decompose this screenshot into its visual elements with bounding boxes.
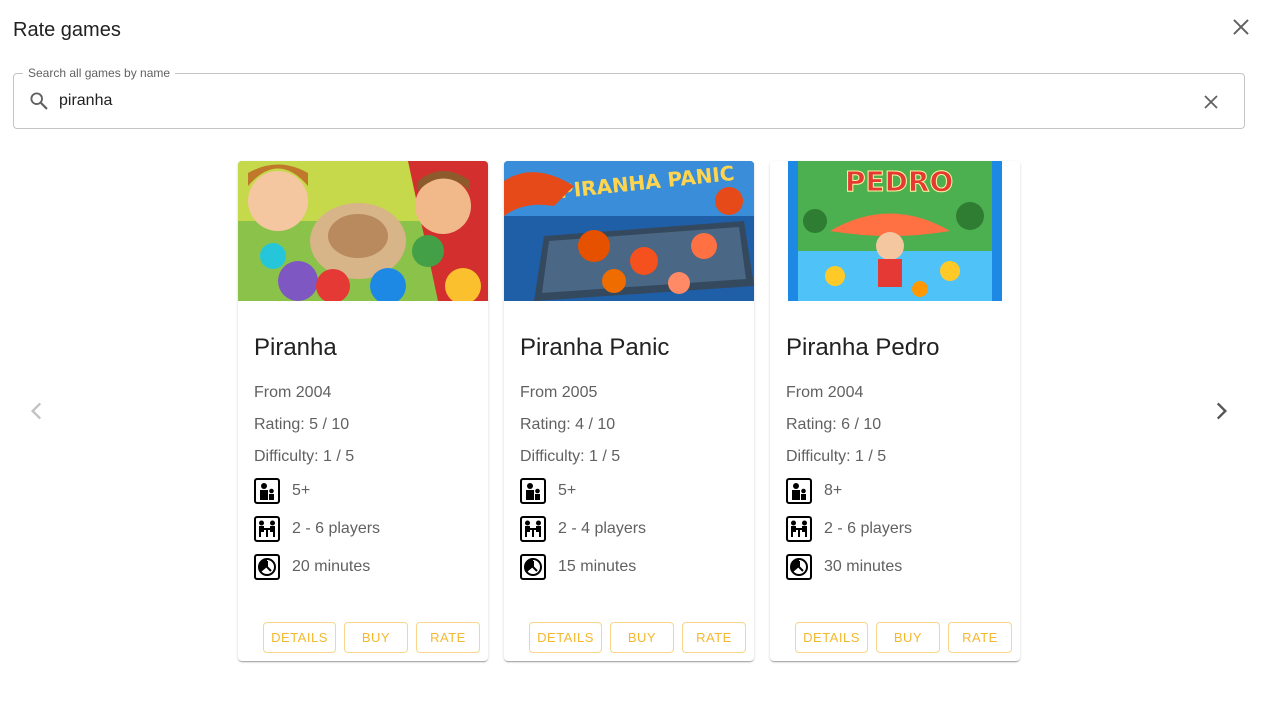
chevron-right-icon[interactable] <box>1208 398 1234 424</box>
search-input[interactable] <box>59 88 1159 114</box>
details-button[interactable]: DETAILS <box>263 622 336 653</box>
buy-button[interactable]: BUY <box>610 622 674 653</box>
time-text: 30 minutes <box>824 558 903 575</box>
game-difficulty: Difficulty: 1 / 5 <box>254 448 355 465</box>
chevron-left-icon[interactable] <box>24 398 50 424</box>
buy-button[interactable]: BUY <box>344 622 408 653</box>
age-icon <box>520 478 546 504</box>
game-box-image: PEDRO <box>770 161 1020 301</box>
players-icon <box>520 516 546 542</box>
details-button[interactable]: DETAILS <box>529 622 602 653</box>
time-text: 15 minutes <box>558 558 637 575</box>
game-difficulty: Difficulty: 1 / 5 <box>520 448 621 465</box>
game-year: From 2004 <box>254 384 332 401</box>
players-row: 2 - 6 players <box>786 514 912 544</box>
players-text: 2 - 6 players <box>824 520 913 537</box>
dialog-title: Rate games <box>13 19 121 41</box>
age-text: 5+ <box>558 482 577 499</box>
age-row: 5+ <box>520 476 576 506</box>
game-title: Piranha <box>254 334 337 361</box>
close-icon[interactable] <box>1228 14 1254 40</box>
age-text: 8+ <box>824 482 843 499</box>
rate-button[interactable]: RATE <box>416 622 480 653</box>
players-text: 2 - 6 players <box>292 520 381 537</box>
game-box-image <box>238 161 488 301</box>
game-year: From 2005 <box>520 384 598 401</box>
game-rating: Rating: 4 / 10 <box>520 416 616 433</box>
game-difficulty: Difficulty: 1 / 5 <box>786 448 887 465</box>
clock-icon <box>786 554 812 580</box>
game-rating: Rating: 5 / 10 <box>254 416 350 433</box>
rate-button[interactable]: RATE <box>948 622 1012 653</box>
age-row: 5+ <box>254 476 310 506</box>
game-card: Piranha From 2004 Rating: 5 / 10 Difficu… <box>238 161 488 661</box>
age-text: 5+ <box>292 482 311 499</box>
age-row: 8+ <box>786 476 842 506</box>
players-text: 2 - 4 players <box>558 520 647 537</box>
game-box-image: PIRANHA PANIC <box>504 161 754 301</box>
details-button[interactable]: DETAILS <box>795 622 868 653</box>
players-icon <box>254 516 280 542</box>
clear-icon[interactable] <box>1199 90 1223 114</box>
game-year: From 2004 <box>786 384 864 401</box>
game-card: PIRANHA PANIC Piranha Panic From 2005 Ra… <box>504 161 754 661</box>
time-row: 30 minutes <box>786 552 902 582</box>
game-rating: Rating: 6 / 10 <box>786 416 882 433</box>
clock-icon <box>254 554 280 580</box>
game-title: Piranha Panic <box>520 334 670 361</box>
game-title: Piranha Pedro <box>786 334 940 361</box>
search-field[interactable]: Search all games by name <box>13 66 1245 129</box>
buy-button[interactable]: BUY <box>876 622 940 653</box>
age-icon <box>254 478 280 504</box>
game-card: PEDRO Piranha Pedro From 2004 Rating: 6 … <box>770 161 1020 661</box>
time-text: 20 minutes <box>292 558 371 575</box>
clock-icon <box>520 554 546 580</box>
box-art-text: PEDRO <box>845 165 953 198</box>
time-row: 20 minutes <box>254 552 370 582</box>
players-row: 2 - 4 players <box>520 514 646 544</box>
players-row: 2 - 6 players <box>254 514 380 544</box>
search-icon <box>30 92 48 110</box>
age-icon <box>786 478 812 504</box>
players-icon <box>786 516 812 542</box>
search-label: Search all games by name <box>23 66 176 80</box>
rate-button[interactable]: RATE <box>682 622 746 653</box>
time-row: 15 minutes <box>520 552 636 582</box>
